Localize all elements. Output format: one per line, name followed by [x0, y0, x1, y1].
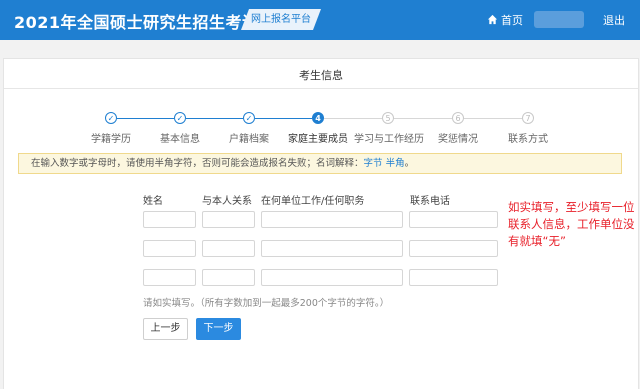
step-1-label[interactable]: 学籍学历 [91, 130, 131, 145]
step-connector [255, 118, 312, 119]
work-unit-input[interactable] [261, 240, 403, 257]
step-connector [464, 118, 522, 119]
name-input[interactable] [143, 240, 196, 257]
col-header-name: 姓名 [143, 196, 163, 207]
work-unit-input[interactable] [261, 211, 403, 228]
step-1-check-icon[interactable]: ✓ [105, 112, 117, 124]
step-2-check-icon[interactable]: ✓ [174, 112, 186, 124]
name-input[interactable] [143, 211, 196, 228]
notice-text: 在输入数字或字母时，请使用半角字符，否则可能会造成报名失败；名词解释： [31, 158, 364, 169]
previous-step-button[interactable]: 上一步 [143, 318, 188, 340]
work-unit-input[interactable] [261, 269, 403, 286]
col-header-work-unit: 在何单位工作/任何职务 [261, 196, 365, 207]
step-connector [186, 118, 243, 119]
byte-link[interactable]: 字节 [364, 158, 383, 169]
notice-end: 。 [404, 158, 415, 169]
input-notice-banner: 在输入数字或字母时，请使用半角字符，否则可能会造成报名失败；名词解释：字节 半角… [18, 153, 622, 174]
step-2-label[interactable]: 基本信息 [160, 130, 200, 145]
phone-input[interactable] [409, 269, 498, 286]
step-3-label[interactable]: 户籍档案 [229, 130, 269, 145]
step-3-check-icon[interactable]: ✓ [243, 112, 255, 124]
relation-input[interactable] [202, 240, 255, 257]
step-connector [394, 118, 452, 119]
half-width-link[interactable]: 半角 [386, 158, 405, 169]
step-7-marker: 7 [522, 112, 534, 124]
step-4-label: 家庭主要成员 [288, 134, 348, 145]
step-6-marker: 6 [452, 112, 464, 124]
step-7-label: 联系方式 [508, 134, 548, 145]
progress-stepper: ✓ ✓ ✓ 4 5 6 7 学籍学历 基本信息 户籍档案 家庭主要成员 学习与工… [0, 0, 640, 150]
name-input[interactable] [143, 269, 196, 286]
relation-input[interactable] [202, 269, 255, 286]
step-5-label: 学习与工作经历 [354, 134, 424, 145]
red-annotation-note: 如实填写，至少填写一位联系人信息，工作单位没有就填“无” [508, 200, 635, 248]
step-6-label: 奖惩情况 [438, 134, 478, 145]
col-header-phone: 联系电话 [410, 196, 450, 207]
col-header-relation: 与本人关系 [202, 196, 252, 207]
next-step-button[interactable]: 下一步 [196, 318, 241, 340]
phone-input[interactable] [409, 240, 498, 257]
phone-input[interactable] [409, 211, 498, 228]
relation-input[interactable] [202, 211, 255, 228]
form-hint: 请如实填写。（所有字数加到一起最多200个字节的字符。） [143, 298, 390, 309]
step-connector [117, 118, 174, 119]
step-connector [324, 118, 382, 119]
step-4-marker: 4 [312, 112, 324, 124]
step-5-marker: 5 [382, 112, 394, 124]
